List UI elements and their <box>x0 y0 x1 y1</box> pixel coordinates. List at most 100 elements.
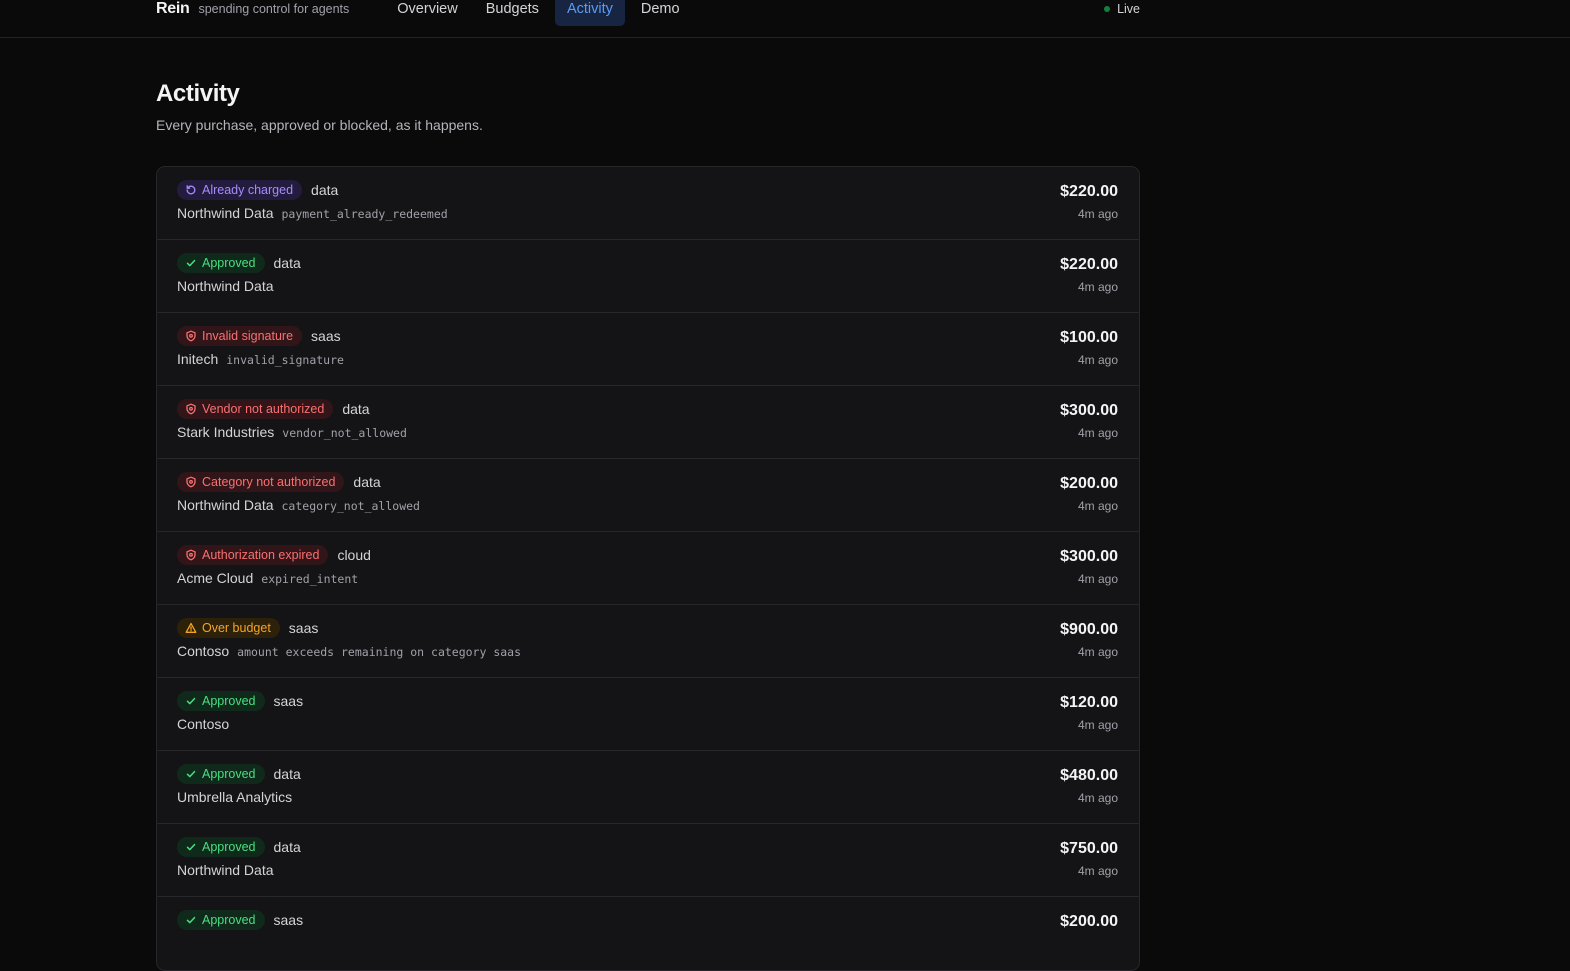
row-subline: Stark Industries vendor_not_allowed <box>177 424 407 442</box>
category-label: data <box>273 766 301 782</box>
shield-icon <box>185 403 202 415</box>
row-subline: Northwind Data payment_already_redeemed <box>177 205 448 223</box>
row-amount-block: $100.00 4m ago <box>1060 328 1118 368</box>
activity-row[interactable]: Approved saas Contoso $120.00 4m ago <box>157 678 1139 751</box>
top-bar: Rein spending control for agents Overvie… <box>0 0 1570 38</box>
row-details: Over budget saas Contoso amount exceeds rem… <box>177 618 521 661</box>
vendor-name: Umbrella Analytics <box>177 789 293 805</box>
nav-overview[interactable]: Overview <box>385 0 469 26</box>
timestamp: 4m ago <box>1077 572 1118 586</box>
amount: $300.00 <box>1060 402 1118 419</box>
category-label: saas <box>311 328 341 344</box>
activity-row[interactable]: Vendor not authorized data Stark Industrie… <box>157 386 1139 459</box>
category-label: cloud <box>337 547 371 563</box>
vendor-name: Northwind Data <box>177 862 274 878</box>
row-amount-block: $480.00 4m ago <box>1060 766 1118 806</box>
timestamp: 4m ago <box>1077 207 1118 221</box>
timestamp: 4m ago <box>1077 280 1118 294</box>
activity-row[interactable]: Authorization expired cloud Acme Cloud expi… <box>157 532 1139 605</box>
row-details: Vendor not authorized data Stark Industrie… <box>177 399 407 442</box>
warning-icon <box>185 622 202 634</box>
row-amount-block: $750.00 4m ago <box>1060 839 1118 879</box>
row-header: Approved data <box>177 837 301 857</box>
row-header: Category not authorized data <box>177 472 420 492</box>
status-label: Approved <box>202 840 256 854</box>
reason-code: amount exceeds remaining on category saa… <box>237 645 522 659</box>
timestamp: 4m ago <box>1077 645 1118 659</box>
vendor-name: Northwind Data <box>177 205 274 221</box>
row-header: Authorization expired cloud <box>177 545 371 565</box>
status-label: Approved <box>202 256 256 270</box>
timestamp: 4m ago <box>1077 718 1118 732</box>
row-amount-block: $300.00 4m ago <box>1060 547 1118 587</box>
row-details: Approved saas Contoso <box>177 691 303 734</box>
amount: $750.00 <box>1060 840 1118 857</box>
live-label: Live <box>1117 2 1140 16</box>
top-bar-inner: Rein spending control for agents Overvie… <box>156 0 1140 38</box>
amount: $100.00 <box>1060 329 1118 346</box>
row-details: Already charged data Northwind Data payment… <box>177 180 448 223</box>
row-header: Approved data <box>177 764 301 784</box>
live-status: Live <box>1104 0 1140 18</box>
reason-code: category_not_allowed <box>281 499 420 513</box>
nav-demo[interactable]: Demo <box>629 0 692 26</box>
category-label: saas <box>273 693 304 709</box>
status-badge: Over budget <box>177 618 280 638</box>
row-amount-block: $220.00 4m ago <box>1060 255 1118 295</box>
vendor-name: Initech <box>177 351 219 367</box>
row-amount-block: $900.00 4m ago <box>1060 620 1118 660</box>
row-subline: Northwind Data <box>177 862 301 880</box>
activity-row[interactable]: Approved saas $200.00 <box>157 897 1139 970</box>
category-label: data <box>342 401 370 417</box>
row-details: Approved data Northwind Data <box>177 837 301 880</box>
row-header: Approved data <box>177 253 301 273</box>
row-details: Invalid signature saas Initech invalid_sign… <box>177 326 344 369</box>
refresh-icon <box>185 184 202 196</box>
page-subtitle: Every purchase, approved or blocked, as … <box>156 117 483 133</box>
row-amount-block: $120.00 4m ago <box>1060 693 1118 733</box>
row-subline <box>177 935 303 953</box>
row-amount-block: $200.00 4m ago <box>1060 474 1118 514</box>
status-label: Authorization expired <box>202 548 320 562</box>
amount: $300.00 <box>1060 548 1118 565</box>
page-title: Activity <box>156 80 240 107</box>
reason-code: payment_already_redeemed <box>281 207 448 221</box>
vendor-name: Northwind Data <box>177 497 274 513</box>
nav-budgets[interactable]: Budgets <box>474 0 551 26</box>
amount: $200.00 <box>1060 475 1118 492</box>
activity-row[interactable]: Approved data Northwind Data $220.00 4m ago <box>157 240 1139 313</box>
live-dot-icon <box>1104 6 1111 12</box>
activity-row[interactable]: Over budget saas Contoso amount exceeds rem… <box>157 605 1139 678</box>
activity-list: Already charged data Northwind Data payment… <box>156 166 1140 971</box>
status-label: Category not authorized <box>202 475 336 489</box>
row-header: Over budget saas <box>177 618 521 638</box>
reason-code: expired_intent <box>261 572 359 586</box>
category-label: data <box>273 839 301 855</box>
brand-tagline: spending control for agents <box>198 2 350 16</box>
activity-row[interactable]: Approved data Northwind Data $750.00 4m ago <box>157 824 1139 897</box>
category-label: data <box>311 182 339 198</box>
timestamp: 4m ago <box>1077 353 1118 367</box>
shield-icon <box>185 330 202 342</box>
row-details: Approved saas <box>177 910 303 953</box>
main-nav: Overview Budgets Activity Demo <box>385 0 695 26</box>
activity-row[interactable]: Approved data Umbrella Analytics $480.00 4m … <box>157 751 1139 824</box>
row-details: Authorization expired cloud Acme Cloud expi… <box>177 545 371 588</box>
brand[interactable]: Rein spending control for agents <box>156 0 349 18</box>
activity-row[interactable]: Already charged data Northwind Data payment… <box>157 167 1139 240</box>
status-badge: Approved <box>177 764 265 784</box>
nav-activity[interactable]: Activity <box>554 0 625 26</box>
category-label: data <box>273 255 301 271</box>
check-icon <box>185 914 202 926</box>
amount: $220.00 <box>1060 256 1118 273</box>
status-label: Invalid signature <box>202 329 294 343</box>
row-header: Already charged data <box>177 180 448 200</box>
row-details: Approved data Umbrella Analytics <box>177 764 301 807</box>
activity-row[interactable]: Category not authorized data Northwind Dat… <box>157 459 1139 532</box>
status-badge: Category not authorized <box>177 472 345 492</box>
row-header: Approved saas <box>177 910 303 930</box>
row-header: Approved saas <box>177 691 303 711</box>
activity-row[interactable]: Invalid signature saas Initech invalid_sign… <box>157 313 1139 386</box>
reason-code: invalid_signature <box>226 353 344 367</box>
row-amount-block: $300.00 4m ago <box>1060 401 1118 441</box>
